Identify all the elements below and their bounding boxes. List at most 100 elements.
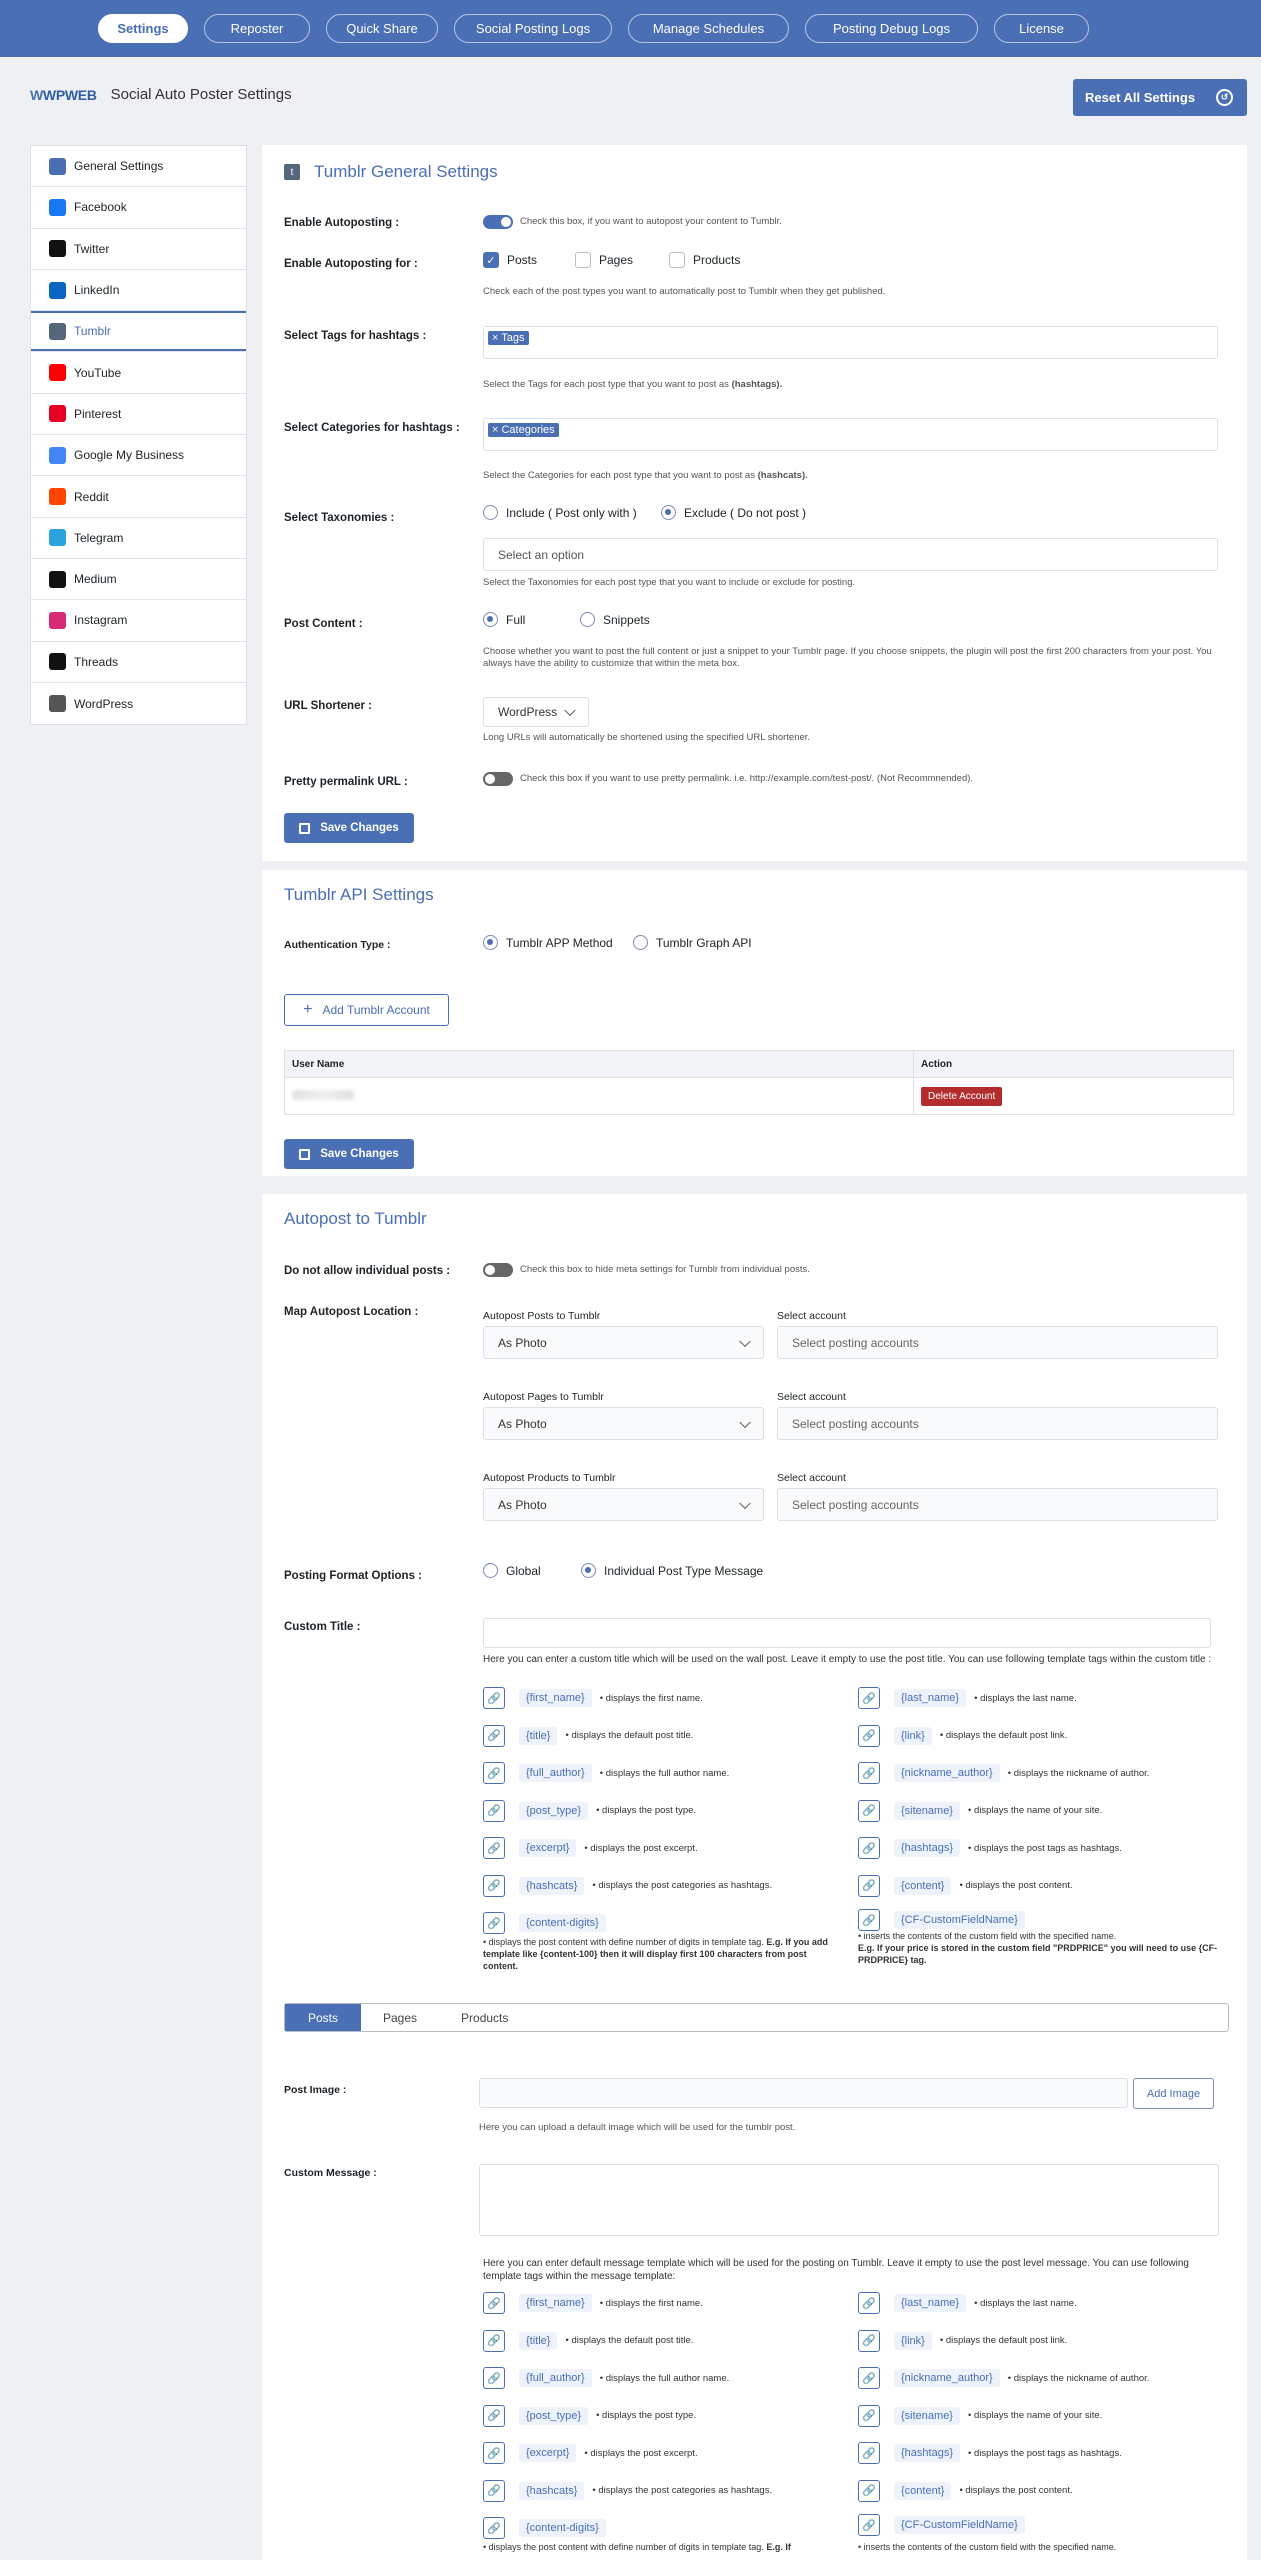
autopost-location-select[interactable]: As Photo bbox=[483, 1326, 764, 1359]
link-icon[interactable]: 🔗 bbox=[483, 1724, 505, 1747]
sidebar-item-google-my-business[interactable]: Google My Business bbox=[31, 435, 246, 477]
template-tag[interactable]: {title} bbox=[519, 1726, 558, 1745]
link-icon[interactable]: 🔗 bbox=[483, 2479, 505, 2502]
template-tag[interactable]: {post_type} bbox=[519, 1801, 589, 1820]
content-full[interactable]: Full bbox=[483, 612, 580, 627]
link-icon[interactable]: 🔗 bbox=[858, 1874, 880, 1897]
auth-graph-api[interactable]: Tumblr Graph API bbox=[633, 935, 752, 950]
radio[interactable] bbox=[581, 1563, 596, 1578]
link-icon[interactable]: 🔗 bbox=[858, 1724, 880, 1747]
save-changes-button[interactable]: Save Changes bbox=[284, 813, 414, 843]
link-icon[interactable]: 🔗 bbox=[858, 2404, 880, 2427]
post-type-posts[interactable]: ✓ Posts bbox=[483, 252, 575, 268]
taxonomy-select[interactable]: Select an option bbox=[483, 538, 1218, 571]
nav-tab-license[interactable]: License bbox=[994, 14, 1089, 43]
select-posting-accounts[interactable]: Select posting accounts bbox=[777, 1407, 1218, 1440]
radio[interactable] bbox=[580, 612, 595, 627]
template-tag[interactable]: {first_name} bbox=[519, 2294, 592, 2312]
enable-autoposting-toggle[interactable] bbox=[483, 215, 513, 229]
taxonomy-exclude[interactable]: Exclude ( Do not post ) bbox=[661, 505, 806, 520]
url-shortener-select[interactable]: WordPress bbox=[483, 697, 589, 727]
template-tag[interactable]: {first_name} bbox=[519, 1689, 592, 1707]
reset-all-settings-button[interactable]: Reset All Settings ↺ bbox=[1073, 79, 1247, 116]
link-icon[interactable]: 🔗 bbox=[858, 2479, 880, 2502]
link-icon[interactable]: 🔗 bbox=[483, 2329, 505, 2352]
nav-tab-reposter[interactable]: Reposter bbox=[204, 14, 310, 43]
format-global[interactable]: Global bbox=[483, 1563, 581, 1578]
link-icon[interactable]: 🔗 bbox=[483, 2404, 505, 2427]
template-tag[interactable]: {post_type} bbox=[519, 2406, 589, 2425]
sidebar-item-wordpress[interactable]: WordPress bbox=[31, 683, 246, 724]
template-tag[interactable]: {full_author} bbox=[519, 1764, 592, 1782]
link-icon[interactable]: 🔗 bbox=[858, 1837, 880, 1859]
link-icon[interactable]: 🔗 bbox=[483, 2292, 505, 2314]
format-individual[interactable]: Individual Post Type Message bbox=[581, 1563, 763, 1578]
radio[interactable] bbox=[633, 935, 648, 950]
autopost-location-select[interactable]: As Photo bbox=[483, 1488, 764, 1521]
template-tag[interactable]: {title} bbox=[519, 2331, 558, 2350]
template-tag[interactable]: {nickname_author} bbox=[894, 2369, 1000, 2387]
link-icon[interactable]: 🔗 bbox=[483, 1687, 505, 1709]
sidebar-item-youtube[interactable]: YouTube bbox=[31, 352, 246, 394]
link-icon[interactable]: 🔗 bbox=[483, 1799, 505, 1822]
select-posting-accounts[interactable]: Select posting accounts bbox=[777, 1488, 1218, 1521]
template-tag[interactable]: {nickname_author} bbox=[894, 1764, 1000, 1782]
template-tag[interactable]: {CF-CustomFieldName} bbox=[894, 1911, 1025, 1929]
nav-tab-social-posting-logs[interactable]: Social Posting Logs bbox=[454, 14, 612, 43]
template-tag[interactable]: {content-digits} bbox=[519, 2519, 606, 2537]
taxonomy-include[interactable]: Include ( Post only with ) bbox=[483, 505, 661, 520]
sidebar-item-twitter[interactable]: Twitter bbox=[31, 229, 246, 270]
template-tag[interactable]: {sitename} bbox=[894, 2406, 960, 2425]
subtab-products[interactable]: Products bbox=[439, 2004, 530, 2031]
link-icon[interactable]: 🔗 bbox=[483, 2517, 505, 2539]
sidebar-item-general-settings[interactable]: General Settings bbox=[31, 146, 246, 188]
checkbox[interactable]: ✓ bbox=[483, 252, 499, 268]
link-icon[interactable]: 🔗 bbox=[858, 1909, 880, 1931]
link-icon[interactable]: 🔗 bbox=[858, 2442, 880, 2464]
template-tag[interactable]: {sitename} bbox=[894, 1801, 960, 1820]
template-tag[interactable]: {content} bbox=[894, 2481, 952, 2500]
save-changes-button[interactable]: Save Changes bbox=[284, 1139, 414, 1169]
post-type-products[interactable]: Products bbox=[669, 252, 740, 268]
template-tag[interactable]: {hashtags} bbox=[894, 2444, 960, 2462]
template-tag[interactable]: {full_author} bbox=[519, 2369, 592, 2387]
link-icon[interactable]: 🔗 bbox=[858, 1799, 880, 1822]
category-chip[interactable]: × Categories bbox=[488, 423, 559, 437]
template-tag[interactable]: {link} bbox=[894, 1726, 932, 1745]
add-tumblr-account-button[interactable]: + Add Tumblr Account bbox=[284, 994, 449, 1026]
link-icon[interactable]: 🔗 bbox=[483, 2442, 505, 2464]
checkbox[interactable] bbox=[575, 252, 591, 268]
radio[interactable] bbox=[483, 1563, 498, 1578]
sidebar-item-pinterest[interactable]: Pinterest bbox=[31, 394, 246, 436]
template-tag[interactable]: {excerpt} bbox=[519, 2444, 577, 2462]
sidebar-item-facebook[interactable]: Facebook bbox=[31, 187, 246, 229]
sidebar-item-tumblr[interactable]: Tumblr bbox=[31, 311, 246, 353]
template-tag[interactable]: {link} bbox=[894, 2331, 932, 2350]
delete-account-button[interactable]: Delete Account bbox=[921, 1086, 1003, 1106]
template-tag[interactable]: {content-digits} bbox=[519, 1914, 606, 1932]
link-icon[interactable]: 🔗 bbox=[483, 1837, 505, 1859]
tags-select[interactable]: × Tags bbox=[483, 326, 1218, 359]
template-tag[interactable]: {excerpt} bbox=[519, 1839, 577, 1857]
template-tag[interactable]: {last_name} bbox=[894, 1689, 967, 1707]
custom-message-textarea[interactable] bbox=[479, 2164, 1219, 2236]
categories-select[interactable]: × Categories bbox=[483, 418, 1218, 451]
select-posting-accounts[interactable]: Select posting accounts bbox=[777, 1326, 1218, 1359]
sidebar-item-linkedin[interactable]: LinkedIn bbox=[31, 270, 246, 312]
subtab-posts[interactable]: Posts bbox=[285, 2004, 361, 2031]
autopost-location-select[interactable]: As Photo bbox=[483, 1407, 764, 1440]
template-tag[interactable]: {hashtags} bbox=[894, 1839, 960, 1857]
link-icon[interactable]: 🔗 bbox=[858, 2514, 880, 2536]
link-icon[interactable]: 🔗 bbox=[858, 1762, 880, 1784]
link-icon[interactable]: 🔗 bbox=[858, 2367, 880, 2389]
content-snippets[interactable]: Snippets bbox=[580, 612, 650, 627]
sidebar-item-reddit[interactable]: Reddit bbox=[31, 476, 246, 518]
template-tag[interactable]: {hashcats} bbox=[519, 1876, 585, 1895]
post-type-pages[interactable]: Pages bbox=[575, 252, 669, 268]
custom-title-input[interactable] bbox=[483, 1618, 1211, 1648]
add-image-button[interactable]: Add Image bbox=[1133, 2078, 1214, 2109]
link-icon[interactable]: 🔗 bbox=[483, 2367, 505, 2389]
link-icon[interactable]: 🔗 bbox=[483, 1762, 505, 1784]
radio[interactable] bbox=[483, 505, 498, 520]
link-icon[interactable]: 🔗 bbox=[483, 1912, 505, 1934]
